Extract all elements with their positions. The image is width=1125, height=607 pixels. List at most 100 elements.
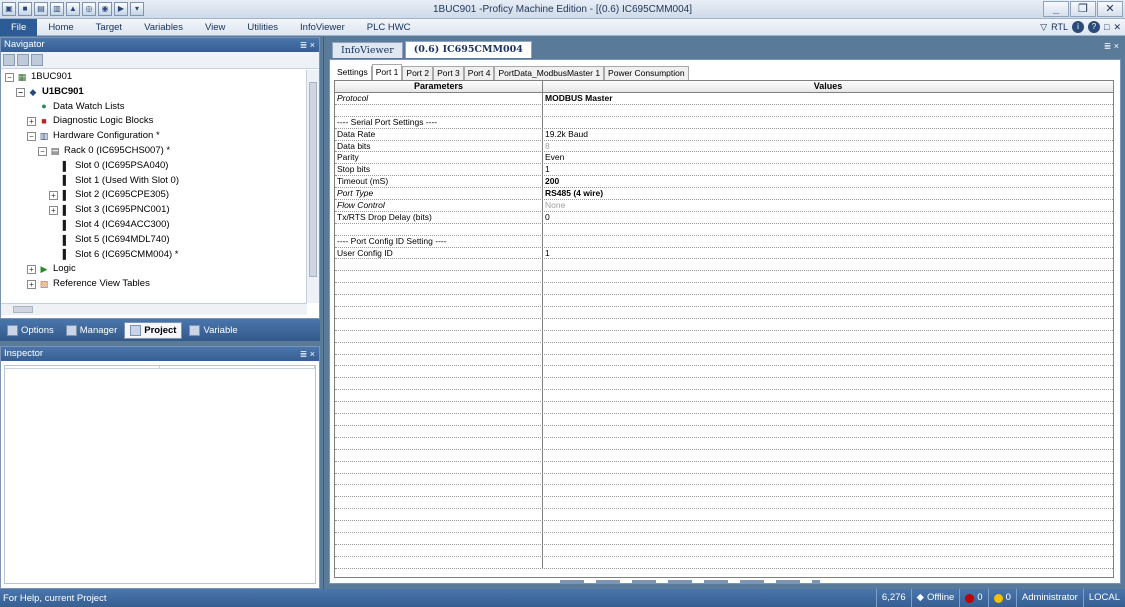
value-cell[interactable]: RS485 (4 wire) [543,188,1113,199]
table-row[interactable] [335,223,1113,236]
inspector-pin-close[interactable]: ≣ × [300,347,315,361]
menu-utilities[interactable]: Utilities [236,19,289,36]
table-row[interactable]: Stop bits 1 [335,164,1113,177]
expand-icon[interactable]: + [27,265,36,275]
document-tab[interactable]: (0.6) IC695CMM004 [404,41,532,58]
tab-options[interactable]: Options [2,323,59,338]
warning-count[interactable]: 0 [987,589,1016,607]
tree-item[interactable]: ▌ Slot 4 (IC694ACC300) [1,218,307,233]
table-row[interactable]: Flow Control None [335,200,1113,212]
offline-icon[interactable]: ◉ [98,2,112,16]
tree-item[interactable]: + ■ Diagnostic Logic Blocks [1,114,307,129]
tree-item[interactable]: ▌ Slot 0 (IC695PSA040) [1,159,307,174]
table-row[interactable]: ---- Serial Port Settings ---- [335,116,1113,129]
value-cell[interactable]: 200 [543,176,1113,187]
table-row[interactable]: Tx/RTS Drop Delay (bits) 0 [335,211,1113,224]
menu-file[interactable]: File [0,18,38,36]
value-cell[interactable]: None [543,200,1113,211]
table-row[interactable] [335,104,1113,117]
table-row[interactable]: User Config ID 1 [335,247,1113,260]
close-doc-icon[interactable]: ✕ [1113,22,1121,33]
module-tab[interactable]: Port 2 [402,66,434,80]
document-pin-close[interactable]: ≣ × [1104,41,1119,52]
menu-plc-hwc[interactable]: PLC HWC [356,19,422,36]
minimize-button[interactable]: _ [1043,1,1069,17]
tree-item[interactable]: − ▤ Rack 0 (IC695CHS007) * [1,144,307,159]
module-tab[interactable]: PortData_ModbusMaster 1 [494,66,605,80]
menu-infoviewer[interactable]: InfoViewer [289,19,356,36]
document-tab[interactable]: InfoViewer [332,42,403,58]
navigator-pin-close[interactable]: ≣ × [300,38,315,52]
tree-item[interactable]: − ◆ U1BC901 [1,85,307,100]
value-cell[interactable]: 19.2k Baud [543,129,1113,140]
expand-icon[interactable]: + [49,191,58,201]
navigator-vertical-scrollbar[interactable] [306,70,319,303]
save-icon[interactable]: ■ [18,2,32,16]
collapse-icon[interactable]: − [27,132,36,142]
table-row[interactable]: Port Type RS485 (4 wire) [335,188,1113,201]
menu-target[interactable]: Target [85,19,133,36]
module-tab[interactable]: Port 3 [433,66,464,80]
collapse-icon[interactable]: − [5,72,14,82]
table-row[interactable]: Timeout (mS) 200 [335,176,1113,189]
value-cell[interactable] [543,236,1113,247]
tab-project[interactable]: Project [124,321,183,339]
info-icon[interactable]: i [1072,21,1085,33]
rtl-button[interactable]: RTL [1051,22,1068,32]
close-button[interactable]: ✕ [1097,1,1123,17]
value-cell[interactable]: 0 [543,212,1113,223]
collapse-icon[interactable]: − [16,87,25,97]
app-icon[interactable]: ▣ [2,2,16,16]
expand-icon[interactable]: + [49,206,58,216]
tree-item[interactable]: ▌ Slot 1 (Used With Slot 0) [1,174,307,189]
expand-icon[interactable]: + [27,117,36,127]
menu-view[interactable]: View [194,19,236,36]
value-cell[interactable] [543,224,1113,235]
value-cell[interactable]: 1 [543,248,1113,259]
value-cell[interactable] [543,117,1113,128]
table-row[interactable]: Protocol MODBUS Master [335,93,1113,105]
tree-item[interactable]: + ▌ Slot 3 (IC695PNC001) [1,203,307,218]
settings-icon[interactable]: ▾ [130,2,144,16]
view-icon[interactable] [3,54,15,66]
open-icon[interactable]: ▤ [34,2,48,16]
properties-icon[interactable] [17,54,29,66]
scroll-thumb[interactable] [13,306,33,313]
module-tab[interactable]: Port 4 [463,66,495,80]
error-count[interactable]: 0 [959,589,987,607]
tree-item[interactable]: + ▧ Reference View Tables [1,277,307,292]
tree-item[interactable]: − ▦ 1BUC901 [1,70,307,85]
value-cell[interactable]: 8 [543,141,1113,152]
tree-item[interactable]: ▌ Slot 6 (IC695CMM004) * [1,248,307,263]
menu-variables[interactable]: Variables [133,19,194,36]
table-row[interactable]: ---- Port Config ID Setting ---- [335,235,1113,248]
navigator-horizontal-scrollbar[interactable] [1,303,307,315]
tree-item[interactable]: − ▥ Hardware Configuration * [1,129,307,144]
tab-variable[interactable]: Variable [184,323,242,338]
scroll-thumb[interactable] [309,82,317,277]
value-cell[interactable]: Even [543,152,1113,163]
restore-doc-icon[interactable]: □ [1104,22,1109,32]
validate-icon[interactable]: ▥ [50,2,64,16]
collapse-icon[interactable]: − [38,146,47,156]
module-tab[interactable]: Port 1 [371,64,403,80]
dropdown-icon[interactable]: ▽ [1040,22,1047,33]
menu-home[interactable]: Home [37,19,84,36]
value-cell[interactable] [543,105,1113,116]
value-cell[interactable]: MODBUS Master [543,93,1113,104]
filter-icon[interactable] [31,54,43,66]
run-icon[interactable]: ▶ [114,2,128,16]
value-cell[interactable]: 1 [543,164,1113,175]
tree-item[interactable]: ● Data Watch Lists [1,100,307,115]
tree-item[interactable]: + ▶ Logic [1,262,307,277]
table-row[interactable]: Data Rate 19.2k Baud [335,128,1113,141]
table-row[interactable]: Parity Even [335,152,1113,165]
online-status[interactable]: ◆ Offline [910,589,960,607]
module-tab[interactable]: Power Consumption [604,66,689,80]
online-icon[interactable]: ◎ [82,2,96,16]
module-tab[interactable]: Settings [334,66,372,80]
tree-item[interactable]: ▌ Slot 5 (IC694MDL740) [1,233,307,248]
help-icon[interactable]: ? [1088,21,1101,33]
tab-manager[interactable]: Manager [61,323,123,338]
download-icon[interactable]: ▲ [66,2,80,16]
